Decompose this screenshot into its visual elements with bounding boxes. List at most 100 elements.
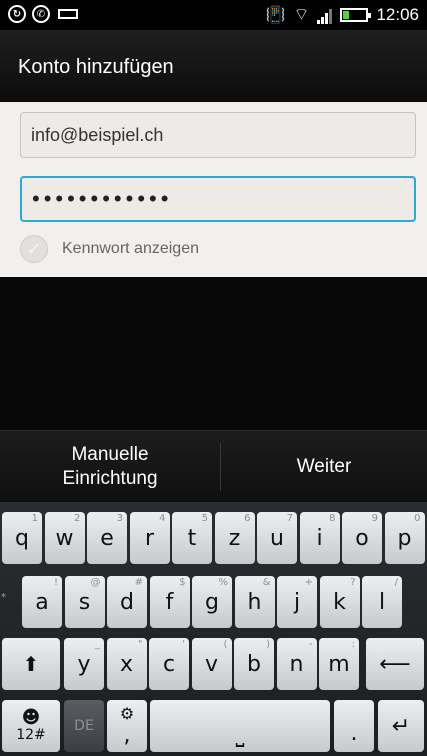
enter-key-label: ↵ [391, 713, 411, 739]
key-v[interactable]: v( [191, 638, 232, 690]
period-key[interactable]: . [334, 700, 374, 752]
key-r-label: r [144, 525, 155, 551]
manual-setup-button[interactable]: Manuelle Einrichtung [0, 431, 220, 503]
key-s-label: s [78, 589, 91, 615]
key-o-hint: 9 [371, 513, 378, 524]
key-x[interactable]: x " [106, 638, 147, 690]
key-n-label: n [289, 651, 304, 677]
key-q-hint: 1 [31, 513, 38, 524]
key-l-label: l [378, 589, 386, 615]
key-a[interactable]: a! [22, 576, 62, 628]
key-g[interactable]: g% [192, 576, 232, 628]
key-y-hint: _ [95, 639, 100, 650]
sync-icon: ↻ [8, 5, 26, 23]
key-p[interactable]: p0 [384, 512, 425, 564]
key-i-hint: 8 [329, 513, 336, 524]
symbols-label: 12# [16, 727, 46, 743]
key-y-label: y [77, 651, 91, 677]
password-field[interactable]: •••••••••••• [20, 176, 416, 222]
key-m-hint: : [351, 639, 355, 650]
key-p-hint: 0 [414, 513, 421, 524]
key-l-hint: / [394, 577, 398, 588]
symbols-key[interactable]: ☻ 12# [2, 700, 60, 752]
key-h-label: h [247, 589, 262, 615]
key-b[interactable]: b) [234, 638, 274, 690]
keyboard-icon [58, 9, 78, 19]
key-p-label: p [397, 525, 412, 551]
next-label: Weiter [296, 456, 352, 477]
key-n-hint: - [308, 639, 313, 650]
key-u-label: u [270, 525, 284, 551]
key-n[interactable]: n- [276, 638, 317, 690]
next-button[interactable]: Weiter [221, 431, 427, 503]
whatsapp-icon: ✆ [32, 5, 50, 23]
vibrate-icon: 📳 [265, 5, 286, 24]
key-o[interactable]: o9 [342, 512, 382, 564]
period-key-label: . [350, 721, 358, 746]
key-e[interactable]: e3 [87, 512, 127, 564]
key-o-label: o [355, 525, 369, 551]
enter-key[interactable]: ↵ [378, 700, 424, 752]
shift-key-label: ⬆ [22, 652, 40, 676]
key-h-hint: & [262, 577, 271, 588]
key-f-label: f [165, 589, 174, 615]
backspace-key[interactable]: ⟵ [366, 638, 424, 690]
key-l[interactable]: l / [362, 576, 402, 628]
manual-setup-label: Manuelle Einrichtung [62, 444, 158, 489]
key-r[interactable]: r4 [129, 512, 170, 564]
key-z[interactable]: z6 [214, 512, 255, 564]
keyboard-edge-hint: * [1, 592, 6, 603]
language-key[interactable]: DE [64, 700, 104, 752]
email-field[interactable]: info@beispiel.ch [20, 112, 416, 158]
key-w-label: w [55, 525, 74, 551]
checkbox-icon[interactable]: ✓ [20, 235, 48, 263]
settings-icon: ⚙ [119, 704, 135, 723]
language-key-label: DE [74, 718, 94, 734]
status-bar: ↻ ✆ 📳 ⌔ 12:06 [0, 0, 427, 30]
key-j-hint: + [304, 577, 313, 588]
key-e-hint: 3 [116, 513, 123, 524]
key-r-hint: 4 [159, 513, 166, 524]
key-j-label: j [293, 589, 301, 615]
comma-key[interactable]: ⚙, [107, 700, 147, 752]
key-u-hint: 7 [286, 513, 293, 524]
key-t[interactable]: t5 [172, 512, 212, 564]
emoji-icon: ☻ [21, 707, 41, 728]
key-i-label: i [316, 525, 323, 551]
key-m[interactable]: m: [319, 638, 359, 690]
comma-label: , [123, 723, 131, 748]
key-k[interactable]: k? [319, 576, 360, 628]
key-z-label: z [228, 525, 241, 551]
key-x-label: x [119, 651, 134, 677]
key-q[interactable]: q1 [2, 512, 42, 564]
key-t-label: t [187, 525, 197, 551]
key-e-label: e [100, 525, 114, 551]
key-y[interactable]: y _ [64, 638, 104, 690]
key-v-label: v [204, 651, 219, 677]
key-d[interactable]: d # [107, 576, 147, 628]
status-time: 12:06 [376, 4, 419, 24]
battery-icon [340, 7, 372, 22]
key-v-hint: ( [223, 639, 228, 650]
backspace-key-label: ⟵ [379, 651, 411, 677]
space-key[interactable]: ⎵ [150, 700, 330, 752]
key-u[interactable]: u7 [257, 512, 297, 564]
key-w[interactable]: w2 [44, 512, 85, 564]
key-c[interactable]: c ' [149, 638, 189, 690]
key-f[interactable]: f $ [149, 576, 190, 628]
key-x-hint: " [137, 639, 143, 650]
show-password-toggle[interactable]: ✓ Kennwort anzeigen [20, 235, 199, 263]
key-j[interactable]: j + [277, 576, 317, 628]
key-b-hint: ) [266, 639, 270, 650]
key-i[interactable]: i8 [299, 512, 340, 564]
key-t-hint: 5 [201, 513, 208, 524]
action-bar: Manuelle Einrichtung Weiter [0, 430, 427, 503]
account-form: info@beispiel.ch •••••••••••• ✓ Kennwort… [0, 102, 427, 277]
key-m-label: m [328, 651, 350, 677]
key-q-label: q [15, 525, 29, 551]
key-a-label: a [35, 589, 49, 615]
key-g-label: g [205, 589, 219, 615]
shift-key[interactable]: ⬆ [2, 638, 60, 690]
key-s[interactable]: s @ [64, 576, 105, 628]
key-h[interactable]: h & [234, 576, 275, 628]
